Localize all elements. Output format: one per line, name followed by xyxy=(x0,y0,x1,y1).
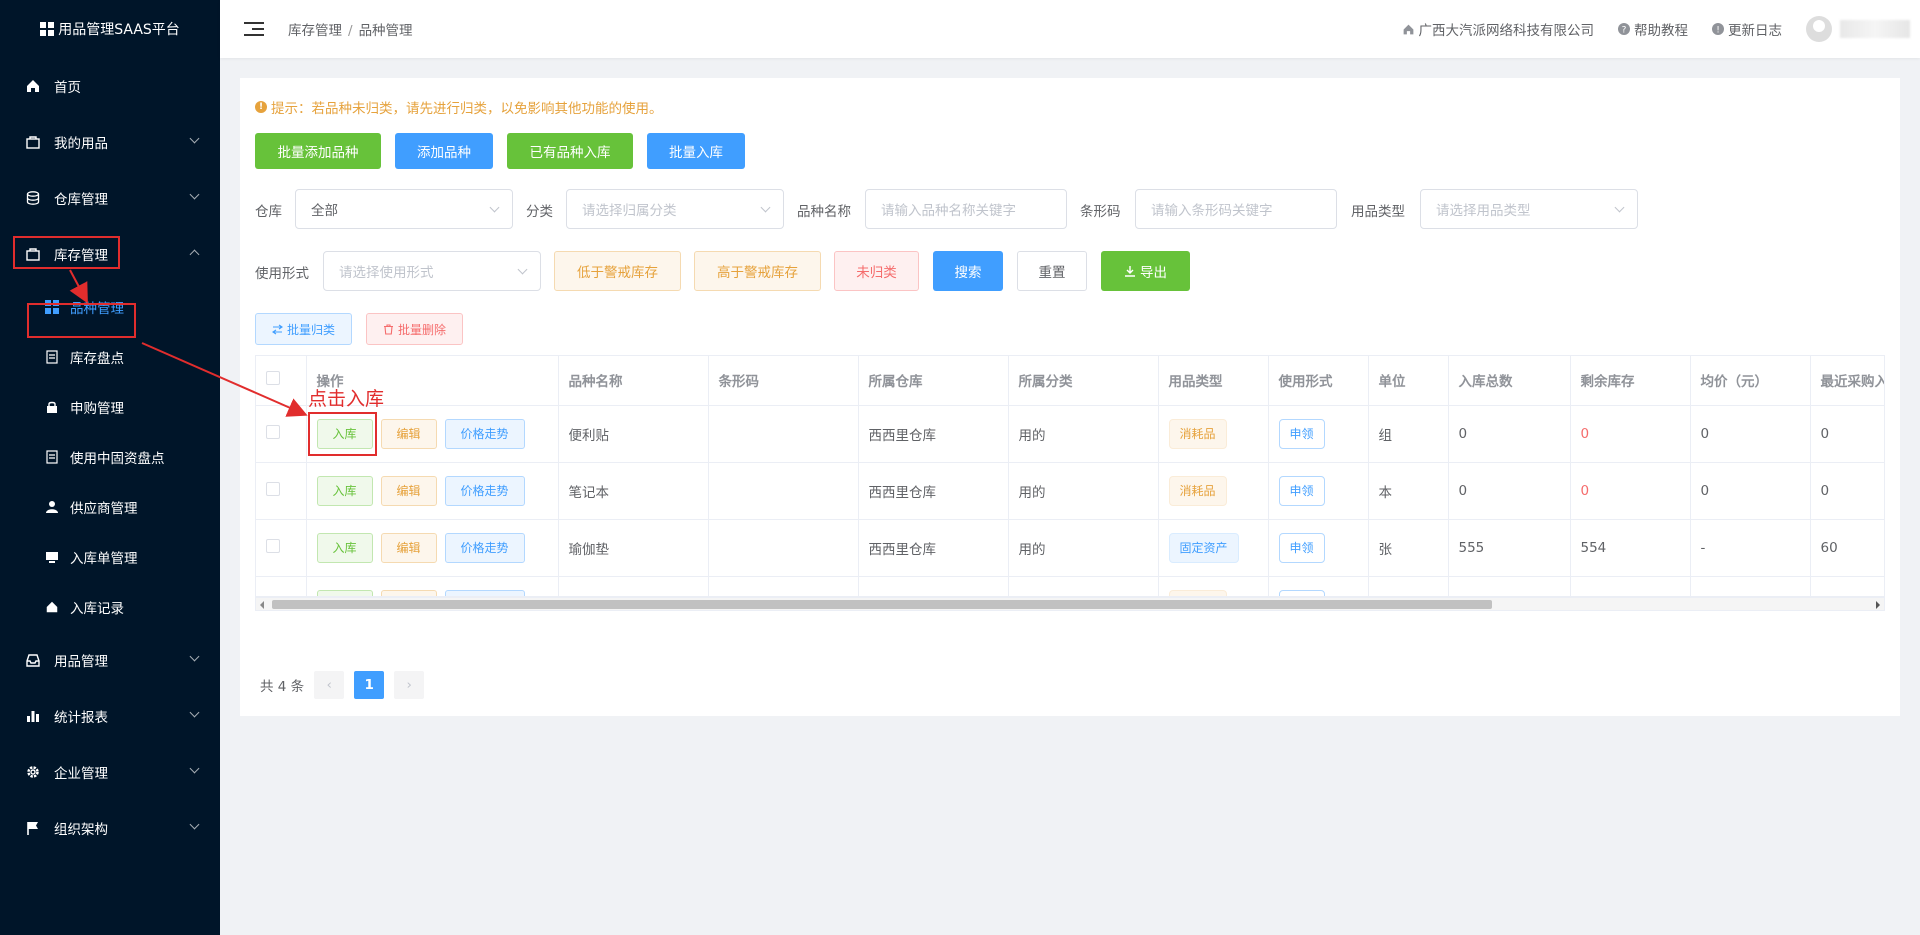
annotation-arrows xyxy=(69,269,308,417)
annotation-text: 点击入库 xyxy=(308,388,385,410)
